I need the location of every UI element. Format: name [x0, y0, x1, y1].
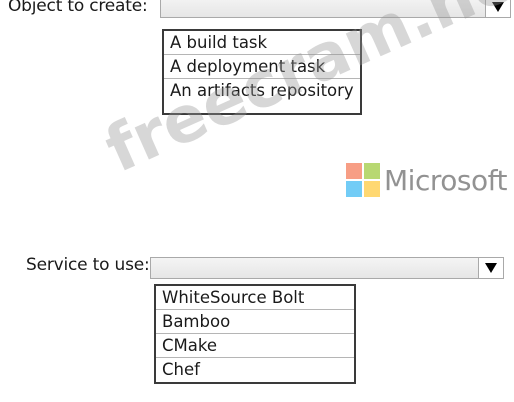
- service-to-use-select[interactable]: [150, 257, 504, 279]
- microsoft-wordmark: Microsoft: [384, 163, 507, 197]
- service-options-list: WhiteSource Bolt Bamboo CMake Chef: [154, 284, 356, 384]
- service-option-chef[interactable]: Chef: [156, 358, 354, 382]
- object-option-deployment-task[interactable]: A deployment task: [164, 55, 360, 79]
- logo-square-green: [364, 163, 380, 179]
- object-options-list: A build task A deployment task An artifa…: [162, 29, 362, 115]
- triangle-down-icon: [492, 2, 504, 12]
- logo-square-yellow: [364, 181, 380, 197]
- service-dropdown-button[interactable]: [478, 258, 503, 278]
- service-option-whitesource-bolt[interactable]: WhiteSource Bolt: [156, 286, 354, 310]
- object-dropdown-button[interactable]: [485, 0, 510, 17]
- microsoft-grid-icon: [346, 163, 380, 197]
- logo-square-red: [346, 163, 362, 179]
- microsoft-logo: Microsoft: [346, 163, 507, 197]
- service-option-bamboo[interactable]: Bamboo: [156, 310, 354, 334]
- service-to-use-label: Service to use:: [26, 255, 150, 275]
- service-option-cmake[interactable]: CMake: [156, 334, 354, 358]
- object-to-create-label: Object to create:: [8, 0, 148, 16]
- logo-square-blue: [346, 181, 362, 197]
- triangle-down-icon: [485, 263, 497, 273]
- object-to-create-select[interactable]: [160, 0, 511, 18]
- object-option-artifacts-repository[interactable]: An artifacts repository: [164, 79, 360, 103]
- object-option-build-task[interactable]: A build task: [164, 31, 360, 55]
